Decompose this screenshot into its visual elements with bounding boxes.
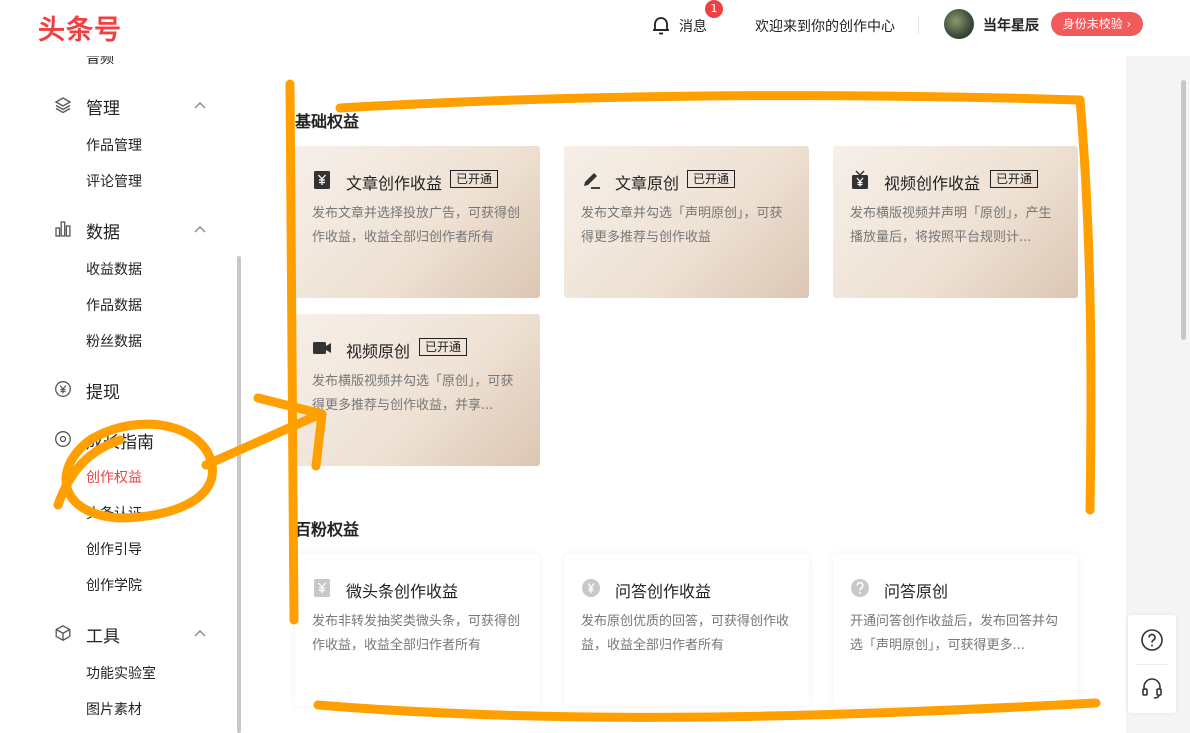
sidebar-item-toutiao-verify[interactable]: 头条认证 xyxy=(86,503,142,523)
card-desc: 发布原创优质的回答，可获得创作收益，收益全部归作者所有 xyxy=(581,614,790,653)
sidebar-item-fans-data[interactable]: 粉丝数据 xyxy=(86,331,142,351)
card-title: 文章创作收益 xyxy=(346,174,443,193)
yen-doc-icon xyxy=(314,171,330,189)
sidebar-item-creation-guide[interactable]: 创作引导 xyxy=(86,539,142,559)
compass-icon xyxy=(55,431,71,447)
bar-chart-icon xyxy=(55,221,71,237)
rights-card-article-income[interactable]: 文章创作收益 已开通 发布文章并选择投放广告，可获得创作收益，收益全部归创作者所… xyxy=(295,146,540,298)
sidebar-item-feature-lab[interactable]: 功能实验室 xyxy=(86,663,156,683)
sidebar-item-works-manage[interactable]: 作品管理 xyxy=(86,135,142,155)
rights-card-qa-income[interactable]: 问答创作收益 发布原创优质的回答，可获得创作收益，收益全部归作者所有 xyxy=(564,554,809,706)
rights-card-qa-original[interactable]: 问答原创 开通问答创作收益后，发布回答并勾选「声明原创」，可获得更多... xyxy=(833,554,1078,706)
messages-link[interactable]: 消息 xyxy=(679,16,707,36)
chevron-up-icon[interactable] xyxy=(193,99,207,113)
sidebar-item-creator-academy[interactable]: 创作学院 xyxy=(86,575,142,595)
yen-circle-icon xyxy=(55,381,71,397)
status-tag: 已开通 xyxy=(687,170,736,188)
sidebar-item-image-assets[interactable]: 图片素材 xyxy=(86,699,142,719)
tv-yen-icon xyxy=(852,170,868,189)
card-title: 微头条创作收益 xyxy=(346,582,459,601)
card-desc: 开通问答创作收益后，发布回答并勾选「声明原创」，可获得更多... xyxy=(850,614,1059,653)
main-content: 基础权益 文章创作收益 已开通 发布文章并选择投放广告，可获得创作收益，收益全部… xyxy=(246,56,1126,733)
sidebar-scrollbar[interactable] xyxy=(237,256,241,733)
card-title: 文章原创 xyxy=(615,174,680,193)
rights-card-video-income[interactable]: 视频创作收益 已开通 发布横版视频并声明「原创」，产生播放量后，将按照平台规则计… xyxy=(833,146,1078,298)
verify-identity-button[interactable]: 身份未校验 › xyxy=(1051,12,1143,36)
bell-icon[interactable] xyxy=(650,14,672,36)
question-circle-icon xyxy=(851,579,869,597)
card-desc: 发布文章并勾选「声明原创」，可获得更多推荐与创作收益 xyxy=(581,206,783,245)
card-desc: 发布横版视频并勾选「原创」，可获得更多推荐与创作收益，并享... xyxy=(312,374,514,413)
layers-icon xyxy=(54,97,72,114)
chevron-up-icon[interactable] xyxy=(193,627,207,641)
question-icon[interactable] xyxy=(1140,628,1164,652)
sidebar-section-tools[interactable]: 工具 xyxy=(86,622,120,647)
status-tag: 已开通 xyxy=(990,170,1039,188)
divider xyxy=(1136,664,1168,665)
sidebar-item-comments-manage[interactable]: 评论管理 xyxy=(86,171,142,191)
chevron-up-icon[interactable] xyxy=(193,223,207,237)
welcome-text: 欢迎来到你的创作中心 xyxy=(755,19,895,35)
card-title: 问答原创 xyxy=(884,582,949,601)
page-scrollbar[interactable] xyxy=(1181,80,1186,340)
username[interactable]: 当年星辰 xyxy=(983,15,1039,35)
card-desc: 发布横版视频并声明「原创」，产生播放量后，将按照平台规则计... xyxy=(850,206,1052,245)
sidebar: 音频 管理 作品管理 评论管理 数据 收益数据 作品数据 粉丝数据 提现 成长指… xyxy=(0,56,246,733)
header-divider xyxy=(918,16,919,34)
sidebar-item-creator-rights[interactable]: 创作权益 xyxy=(86,467,142,487)
sidebar-item-income-data[interactable]: 收益数据 xyxy=(86,259,142,279)
sidebar-section-manage[interactable]: 管理 xyxy=(86,94,120,119)
card-title: 问答创作收益 xyxy=(615,582,712,601)
headset-icon[interactable] xyxy=(1140,676,1164,700)
video-camera-icon xyxy=(313,342,331,354)
top-header: 头条号 1 消息 欢迎来到你的创作中心 当年星辰 身份未校验 › xyxy=(0,0,1190,56)
rights-card-micro-income[interactable]: 微头条创作收益 发布非转发抽奖类微头条，可获得创作收益，收益全部归作者所有 xyxy=(295,554,540,706)
card-title: 视频原创 xyxy=(346,342,411,361)
yen-circle-icon xyxy=(582,579,600,597)
status-tag: 已开通 xyxy=(450,170,499,188)
section-title-basic-rights: 基础权益 xyxy=(295,112,360,131)
logo[interactable]: 头条号 xyxy=(38,8,122,47)
message-badge: 1 xyxy=(705,0,723,18)
avatar[interactable] xyxy=(944,9,974,39)
card-title: 视频创作收益 xyxy=(884,174,981,193)
pen-icon xyxy=(584,173,600,189)
card-desc: 发布非转发抽奖类微头条，可获得创作收益，收益全部归作者所有 xyxy=(312,614,521,653)
sidebar-item-audio[interactable]: 音频 xyxy=(86,56,114,68)
sidebar-section-data[interactable]: 数据 xyxy=(86,218,120,243)
yen-doc-icon xyxy=(314,579,330,597)
rights-card-video-original[interactable]: 视频原创 已开通 发布横版视频并勾选「原创」，可获得更多推荐与创作收益，并享..… xyxy=(295,314,540,466)
sidebar-item-works-data[interactable]: 作品数据 xyxy=(86,295,142,315)
sidebar-section-withdraw[interactable]: 提现 xyxy=(86,378,120,403)
sidebar-section-growth-guide[interactable]: 成长指南 xyxy=(86,428,154,453)
card-desc: 发布文章并选择投放广告，可获得创作收益，收益全部归创作者所有 xyxy=(312,206,521,245)
floating-help-panel xyxy=(1128,615,1176,713)
section-title-fans-rights: 百粉权益 xyxy=(295,520,360,539)
cube-icon xyxy=(55,625,71,641)
status-tag: 已开通 xyxy=(419,338,468,356)
rights-card-article-original[interactable]: 文章原创 已开通 发布文章并勾选「声明原创」，可获得更多推荐与创作收益 xyxy=(564,146,809,298)
